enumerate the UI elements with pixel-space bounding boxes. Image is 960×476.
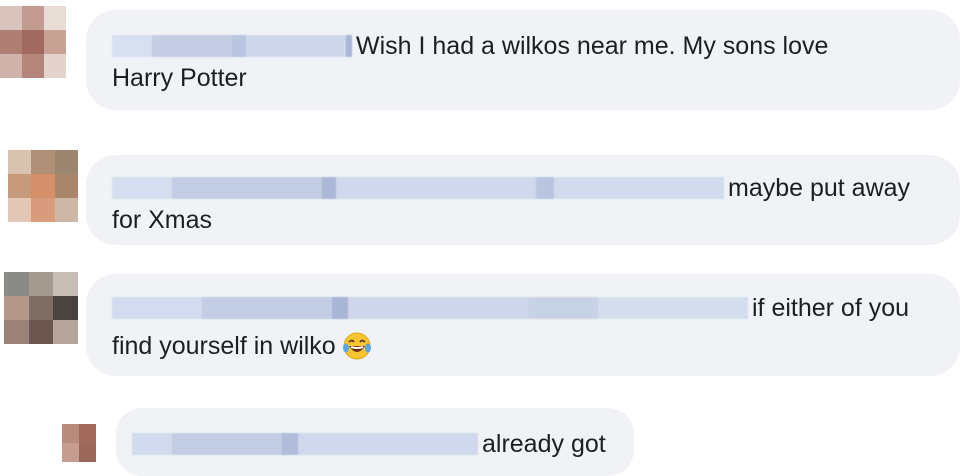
comment-1-avatar[interactable] bbox=[0, 6, 66, 78]
comment-1-line-1: Wish I had a wilkos near me. My sons lov… bbox=[112, 30, 828, 62]
comment-4-text-line1: already got bbox=[482, 430, 606, 458]
comment-4-line-1: already got bbox=[132, 428, 606, 460]
comment-3-avatar[interactable] bbox=[4, 272, 78, 344]
comment-3-line-1: if either of you bbox=[112, 292, 909, 324]
comment-2-line-2: for Xmas bbox=[112, 204, 212, 236]
comment-2-avatar[interactable] bbox=[8, 150, 78, 222]
comment-3-line-2: find yourself in wilko bbox=[112, 330, 372, 362]
comment-4-avatar[interactable] bbox=[62, 424, 96, 462]
comment-3-text-line1: if either of you bbox=[752, 294, 910, 322]
comment-1-line-2: Harry Potter bbox=[112, 62, 247, 94]
comment-2-author-name[interactable] bbox=[112, 177, 724, 199]
comment-2-text-line1: maybe put away bbox=[728, 174, 911, 202]
laughing-crying-emoji-icon bbox=[342, 332, 371, 360]
comment-2-line-1: maybe put away bbox=[112, 172, 910, 204]
comment-1-author-name[interactable] bbox=[112, 35, 352, 57]
comment-3-text-line2: find yourself in wilko bbox=[112, 332, 336, 360]
comment-1-text-line2: Harry Potter bbox=[112, 64, 247, 92]
comment-3-author-name[interactable] bbox=[112, 297, 748, 319]
comment-4-author-name[interactable] bbox=[132, 433, 478, 455]
comment-1-text-line1: Wish I had a wilkos near me. My sons lov… bbox=[356, 32, 829, 60]
comment-2-text-line2: for Xmas bbox=[112, 206, 213, 234]
